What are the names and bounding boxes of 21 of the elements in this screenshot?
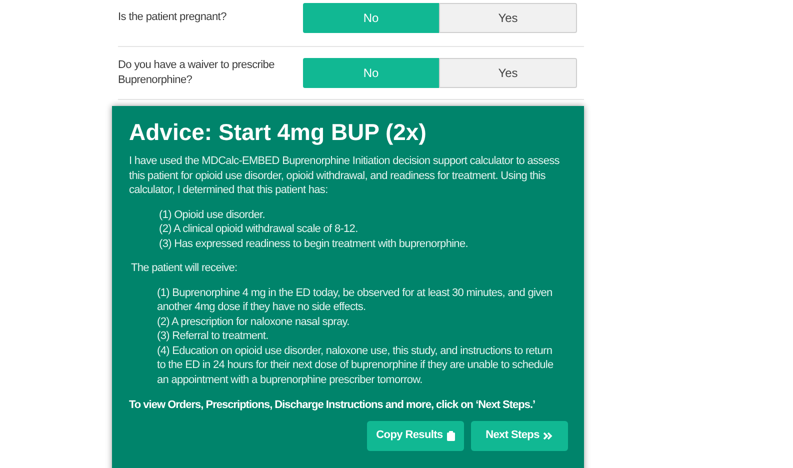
copy-results-button[interactable]: Copy Results <box>367 420 464 450</box>
finding-item: (3) Has expressed readiness to begin treatment with buprenorphine. <box>158 236 469 251</box>
question-label: Is the patient pregnant? <box>118 10 228 25</box>
clipboard-icon <box>446 430 455 440</box>
plan-item: (1) Buprenorphine 4 mg in the ED today, be observed for at least 30 minutes, and given another 4mg dose if they have no side effects. <box>156 286 554 314</box>
next-steps-button[interactable]: Next Steps <box>471 420 568 450</box>
toggle-option[interactable]: No <box>303 2 439 32</box>
toggle-option[interactable]: Yes <box>439 58 577 88</box>
receive-heading: The patient will receive: <box>130 261 238 276</box>
next-steps-note: To view Orders, Prescriptions, Discharge Instructions and more, click on ‘Next Steps.’ <box>129 398 536 412</box>
finding-item: (1) Opioid use disorder. <box>158 208 266 222</box>
question-label: Do you have a waiver to prescribe Buprenorphine? <box>118 58 276 88</box>
finding-item: (2) A clinical opioid withdrawal scale of 8-12. <box>158 222 359 236</box>
toggle-option[interactable]: No <box>303 58 439 88</box>
advice-title: Advice: Start 4mg BUP (2x) <box>129 118 428 146</box>
plan-item: (3) Referral to treatment. <box>156 329 270 344</box>
intro-paragraph: I have used the MDCalc-EMBED Buprenorphine Initiation decision support calculator to assess this patient for opioid use disorder, opioid withdrawal, and readiness for treatment. Using this calculator, I determined that this patient has: <box>129 154 560 198</box>
plan-item: (4) Education on opioid use disorder, naloxone use, this study, and instructions to return to the ED in 24 hours for their next dose of buprenorphine if they are unable to schedule an appointment with a buprenorphine prescriber tomorrow. <box>156 344 554 387</box>
plan-item: (2) A prescription for naloxone nasal spray. <box>156 314 350 329</box>
double-chevron-icon <box>543 432 554 440</box>
toggle-option[interactable]: Yes <box>439 2 577 32</box>
